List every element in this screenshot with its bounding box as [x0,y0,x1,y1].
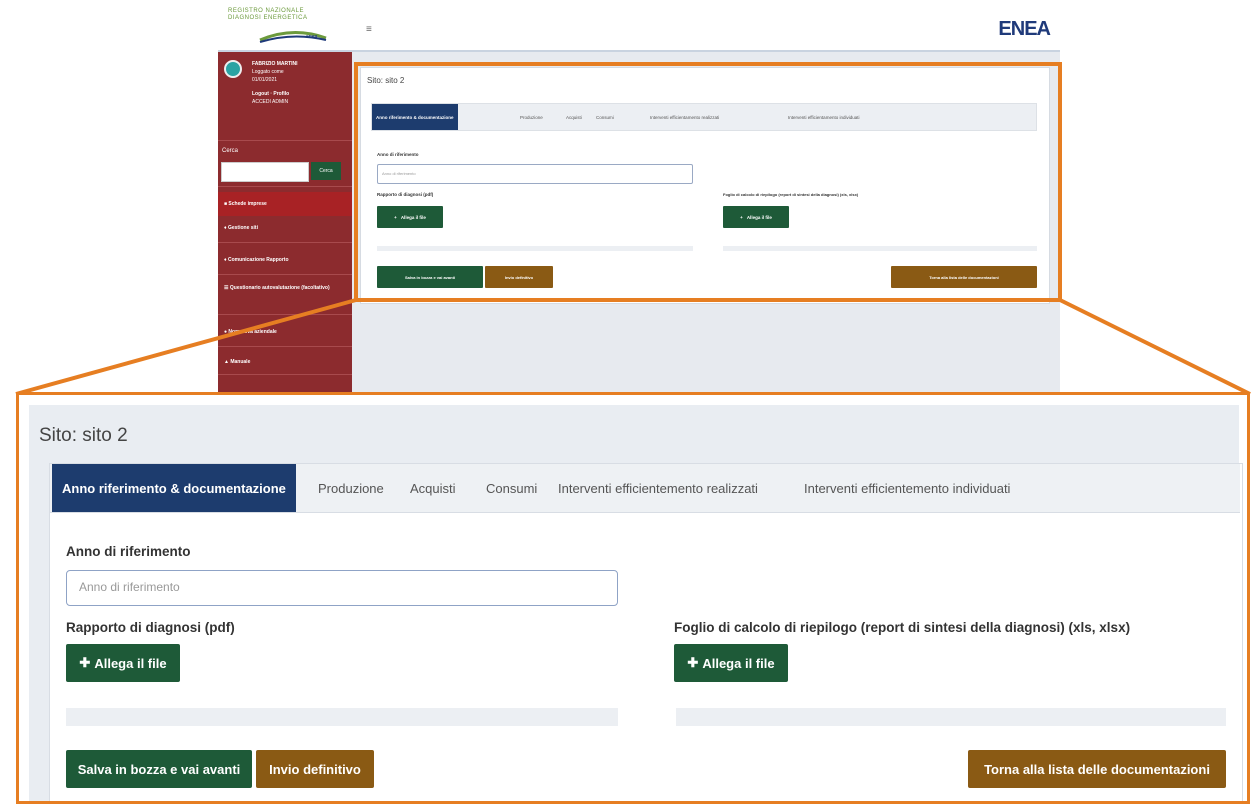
rapporto-label: Rapporto di diagnosi (pdf) [66,620,235,635]
app-thumbnail: Registro nazionale Diagnosi Energetica e… [218,0,1060,395]
tab-acquisti[interactable]: Acquisti [566,104,582,130]
page-title: Sito: sito 2 [367,76,405,85]
logo-line: Registro nazionale [228,8,305,14]
divider [218,274,352,275]
tab-interventi-realizzati[interactable]: Interventi efficientamento realizzati [650,104,719,130]
sidebar-item-normativa[interactable]: ● Normativa aziendale [218,328,352,336]
plus-icon: + [740,214,743,220]
sidebar-item-label: Questionario autovalutazione (facoltativ… [229,285,330,291]
allega-rapporto-button[interactable]: + Allega il file [377,206,443,228]
button-label: Allega il file [702,655,775,671]
allega-foglio-button[interactable]: ✚ Allega il file [674,644,788,682]
avatar [224,60,242,78]
sidebar-item-comunicazione-rapporto[interactable]: ♦ Comunicazione Rapporto [218,256,352,264]
logo-brand-small: enea [306,34,318,40]
tab-bar: Anno riferimento & documentazione Produz… [50,464,1240,513]
salva-bozza-button[interactable]: Salva in bozza e vai avanti [377,266,483,288]
logo-swoosh-icon [259,30,327,43]
tab-produzione[interactable]: Produzione [520,104,543,130]
sidebar-item-manuale[interactable]: ▲ Manuale [218,358,352,366]
anno-label: Anno di riferimento [66,544,191,559]
plus-icon: ✚ [79,655,91,670]
user-info: FABRIZIO MARTINI Loggato come 01/01/2021… [252,60,298,106]
allega-rapporto-button[interactable]: ✚ Allega il file [66,644,180,682]
anno-label: Anno di riferimento [377,152,419,157]
search-input[interactable] [221,162,309,182]
sidebar-item-label: Gestione siti [227,225,258,231]
site-panel: Sito: sito 2 Anno riferimento & document… [360,67,1050,304]
site-card: Anno riferimento & documentazione Produz… [49,463,1243,801]
invio-definitivo-button[interactable]: Invio definitivo [256,750,374,788]
torna-lista-button[interactable]: Torna alla lista delle documentazioni [968,750,1226,788]
sidebar-item-schede-imprese[interactable]: ■ Schede imprese [218,192,352,216]
plus-icon: ✚ [687,655,699,670]
zoomed-panel: Sito: sito 2 Anno riferimento & document… [16,392,1250,804]
tab-produzione[interactable]: Produzione [318,464,384,512]
menu-toggle-icon[interactable]: ≡ [366,24,372,35]
torna-lista-button[interactable]: Torna alla lista delle documentazioni [891,266,1037,288]
tab-interventi-realizzati[interactable]: Interventi efficientemento realizzati [558,464,758,512]
upload-progress-bar [377,246,693,251]
sidebar-item-label: Manuale [230,359,251,365]
tab-bar: Anno riferimento & documentazione Produz… [371,103,1037,131]
divider [218,140,352,141]
app-header: Registro nazionale Diagnosi Energetica e… [218,0,1060,52]
anno-input[interactable]: Anno di riferimento [66,570,618,606]
main-content: Sito: sito 2 Anno riferimento & document… [352,52,1060,395]
sidebar-item-gestione-siti[interactable]: ♦ Gestione siti [218,224,352,232]
rapporto-label: Rapporto di diagnosi (pdf) [377,192,434,197]
sidebar-item-label: Normativa aziendale [228,329,277,335]
zoom-connector-right [1059,298,1251,396]
logo-line: Diagnosi Energetica [228,15,308,21]
page-title: Sito: sito 2 [39,425,128,446]
divider [218,346,352,347]
tab-interventi-individuati[interactable]: Interventi efficientemento individuati [804,464,1010,512]
admin-link[interactable]: ACCEDI ADMIN [252,98,298,106]
upload-progress-bar [723,246,1037,251]
sidebar-item-label: Schede imprese [228,201,267,207]
user-status: Loggato come [252,69,284,75]
user-links[interactable]: Logout · Profilo [252,90,298,98]
sidebar-item-label: Comunicazione Rapporto [227,257,289,263]
zoom-background: Sito: sito 2 Anno riferimento & document… [29,405,1243,801]
user-name: FABRIZIO MARTINI [252,61,298,67]
enea-logo: ENEA [998,18,1051,40]
tab-acquisti[interactable]: Acquisti [410,464,456,512]
sidebar: FABRIZIO MARTINI Loggato come 01/01/2021… [218,52,352,395]
search-label: Cerca [222,148,239,154]
button-label: Allega il file [746,214,772,220]
tab-consumi[interactable]: Consumi [596,104,614,130]
invio-definitivo-button[interactable]: Invio definitivo [485,266,553,288]
anno-input[interactable]: Anno di riferimento [377,164,693,184]
button-label: Allega il file [400,214,426,220]
divider [218,186,352,187]
upload-progress-bar [676,708,1226,726]
tab-anno-riferimento[interactable]: Anno riferimento & documentazione [52,464,296,512]
tab-consumi[interactable]: Consumi [486,464,537,512]
divider [218,374,352,375]
registry-logo: Registro nazionale Diagnosi Energetica e… [228,8,338,44]
button-label: Allega il file [94,655,167,671]
divider [218,242,352,243]
foglio-label: Foglio di calcolo di riepilogo (report d… [723,192,859,197]
upload-progress-bar [66,708,618,726]
search-button[interactable]: Cerca [311,162,341,180]
allega-foglio-button[interactable]: + Allega il file [723,206,789,228]
divider [218,314,352,315]
foglio-label: Foglio di calcolo di riepilogo (report d… [674,620,1131,635]
sidebar-item-questionario[interactable]: ☰ Questionario autovalutazione (facoltat… [218,284,346,292]
tab-anno-riferimento[interactable]: Anno riferimento & documentazione [372,104,458,130]
user-date: 01/01/2021 [252,77,278,83]
plus-icon: + [394,214,397,220]
tab-interventi-individuati[interactable]: Interventi efficientamento individuati [788,104,859,130]
salva-bozza-button[interactable]: Salva in bozza e vai avanti [66,750,252,788]
